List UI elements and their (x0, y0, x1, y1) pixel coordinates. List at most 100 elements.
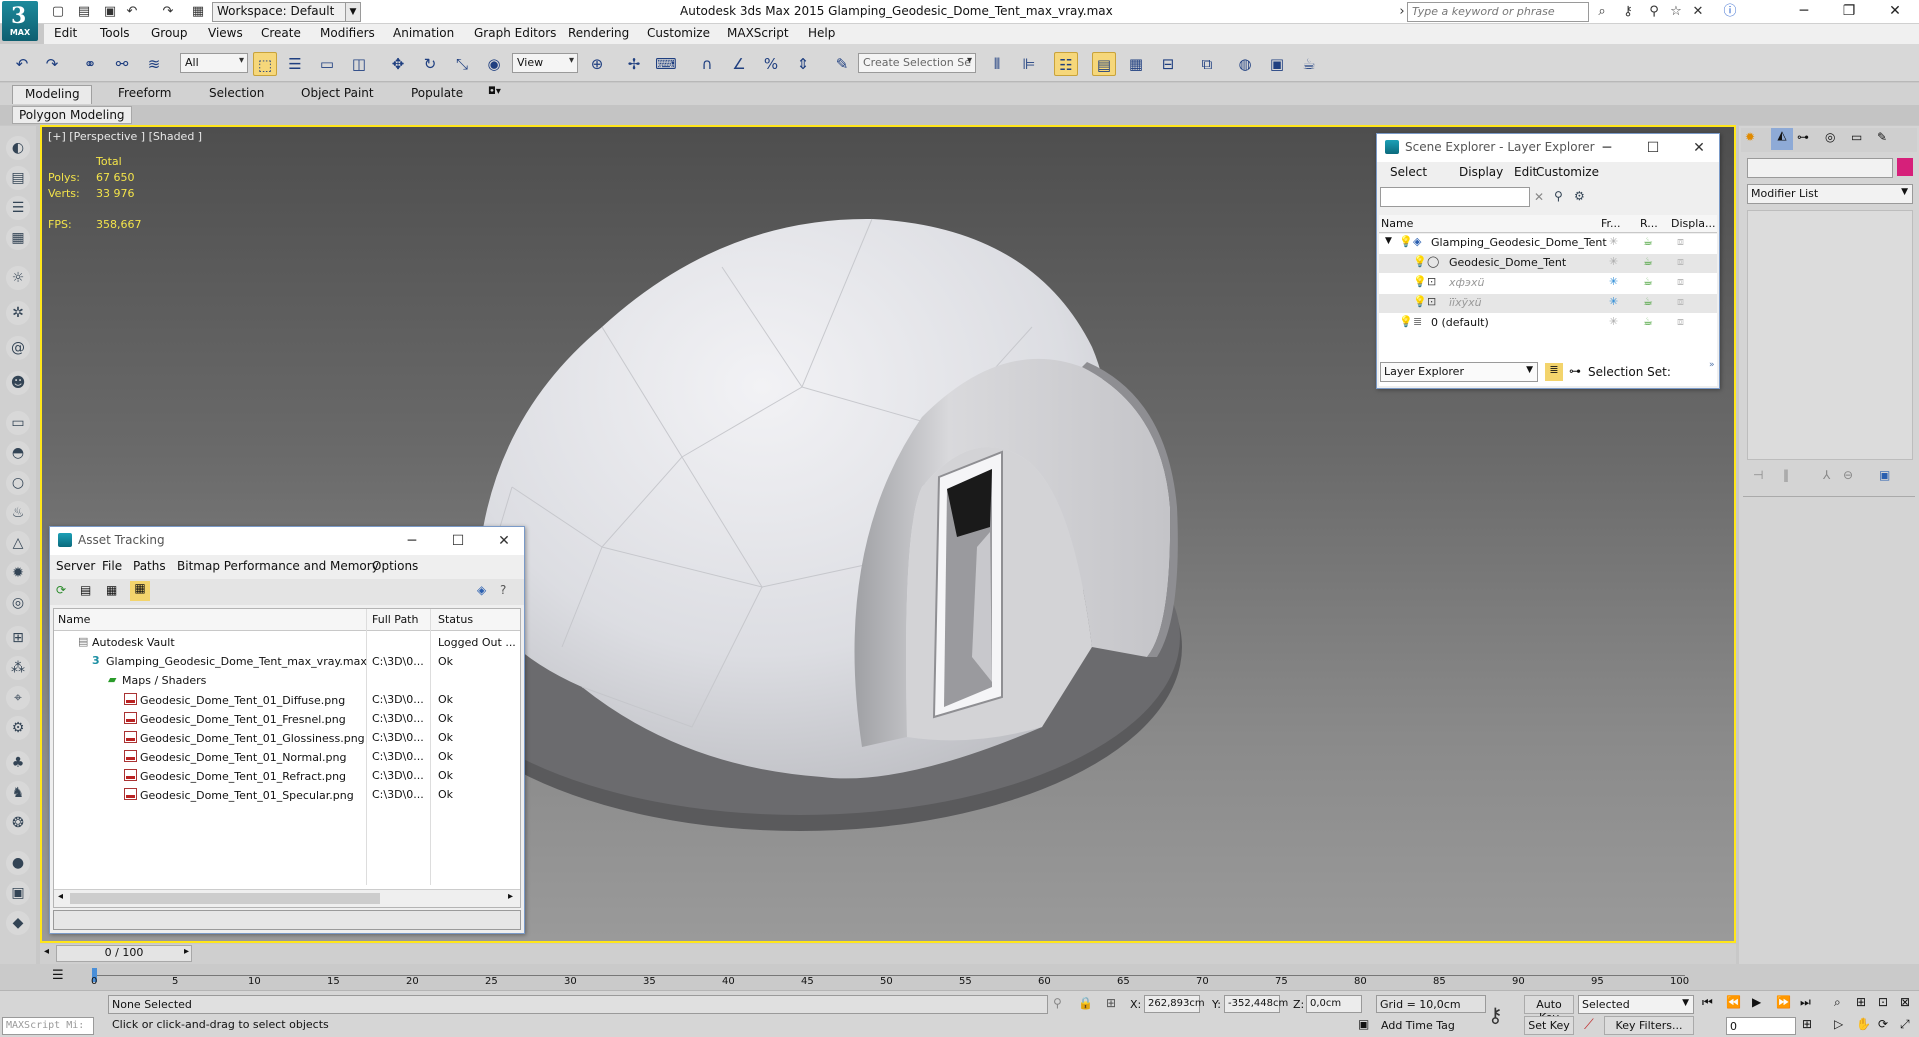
table-row[interactable]: Geodesic_Dome_Tent_01_Glossiness.png C:\… (54, 728, 520, 747)
sphere-primitive-icon[interactable]: ○ (6, 471, 30, 495)
ribbon-options-icon[interactable]: ◘▾ (488, 86, 501, 97)
menu-help[interactable]: Help (808, 26, 835, 40)
render-teapot-icon[interactable]: ☕ (1643, 275, 1653, 288)
menu-create[interactable]: Create (261, 26, 301, 40)
se-menu-select[interactable]: Select (1390, 165, 1427, 179)
default-tangent-icon[interactable]: ⟋ (1584, 1017, 1594, 1033)
app-menu-button[interactable]: 3 MAX (2, 1, 38, 41)
show-end-result-icon[interactable]: ‖ (1783, 468, 1789, 482)
set-key-button[interactable]: Set Key (1524, 1016, 1574, 1035)
menu-customize[interactable]: Customize (647, 26, 710, 40)
field-of-view-icon[interactable]: ▷ (1834, 1017, 1843, 1031)
se-menu-edit[interactable]: Edit (1514, 165, 1537, 179)
teapot-primitive-icon[interactable]: ♨ (6, 501, 30, 525)
curve-editor-icon[interactable]: ⊟ (1156, 52, 1180, 76)
horse-tool-icon[interactable]: ♞ (6, 781, 30, 805)
render-teapot-icon[interactable]: ☕ (1643, 295, 1653, 308)
render-frame-icon[interactable]: ▣ (6, 881, 30, 905)
angle-snap-icon[interactable]: ∠ (727, 52, 751, 76)
minimize-button[interactable]: ─ (1781, 0, 1827, 24)
hierarchy-tab-icon[interactable]: ⊶ (1797, 130, 1809, 144)
scale-icon[interactable]: ⤡ (450, 52, 474, 76)
binoculars-icon[interactable]: ⌕ (1594, 4, 1610, 20)
open-file-icon[interactable]: ▤ (76, 4, 92, 20)
table-row[interactable]: ▰ Maps / Shaders (54, 671, 520, 690)
x-coord-field[interactable]: 262,893cm (1144, 995, 1205, 1013)
sun-light-icon[interactable]: ✹ (6, 561, 30, 585)
se-col-name[interactable]: Name (1381, 217, 1413, 230)
light-bulb-icon[interactable]: 💡 (1413, 295, 1427, 308)
freeze-snowflake-icon[interactable]: ✳ (1609, 315, 1618, 328)
spiral-tool-icon[interactable]: @ (6, 336, 30, 360)
hierarchy-icon[interactable]: ⊶ (1569, 364, 1581, 378)
material-editor-icon[interactable]: ◍ (1233, 52, 1257, 76)
configure-modifier-sets-icon[interactable]: ▣ (1879, 468, 1890, 482)
at-menu-server[interactable]: Server (56, 559, 95, 573)
at-col-name[interactable]: Name (58, 613, 90, 626)
creature-tool-icon[interactable]: ✲ (6, 301, 30, 325)
asset-tracking-window[interactable]: Asset Tracking ─ ☐ ✕ Server File Paths B… (49, 526, 525, 934)
menu-edit[interactable]: Edit (54, 26, 77, 40)
menu-group[interactable]: Group (151, 26, 188, 40)
viewport-label[interactable]: [+] [Perspective ] [Shaded ] (48, 130, 202, 143)
display-tab-icon[interactable]: ▭ (1851, 130, 1862, 144)
help-icon[interactable]: ? (500, 583, 506, 597)
display-box-icon[interactable]: ⧈ (1677, 295, 1684, 309)
maximize-viewport-icon[interactable]: ⤢ (1900, 1017, 1910, 1032)
auto-key-button[interactable]: Auto Key (1524, 995, 1574, 1024)
tab-object-paint[interactable]: Object Paint (301, 86, 374, 100)
pin-stack-icon[interactable]: ⊣ (1753, 468, 1763, 482)
restore-button[interactable]: ❐ (1826, 0, 1872, 24)
keyboard-shortcut-override-icon[interactable]: ⌨ (654, 52, 678, 76)
se-col-freeze[interactable]: Fr... (1601, 217, 1621, 230)
key-mode-dropdown[interactable]: Selected ▼ (1578, 995, 1694, 1014)
time-configuration-icon[interactable]: ⊞ (1802, 1017, 1812, 1031)
freeze-snowflake-icon[interactable]: ✳ (1609, 275, 1618, 288)
se-col-render[interactable]: R... (1640, 217, 1658, 230)
percent-snap-icon[interactable]: % (759, 52, 783, 76)
tab-modeling[interactable]: Modeling (12, 85, 92, 104)
tab-populate[interactable]: Populate (411, 86, 463, 100)
play-icon[interactable]: ▶ (1752, 995, 1761, 1009)
display-box-icon[interactable]: ⧈ (1677, 315, 1684, 329)
menu-tools[interactable]: Tools (100, 26, 130, 40)
minimize-button[interactable]: ─ (1589, 136, 1625, 160)
menu-rendering[interactable]: Rendering (568, 26, 629, 40)
at-col-status[interactable]: Status (438, 613, 473, 626)
menu-animation[interactable]: Animation (393, 26, 454, 40)
workspace-dropdown[interactable]: Workspace: Default (212, 2, 360, 22)
orbit-icon[interactable]: ⟳ (1878, 1017, 1888, 1031)
camera-tool-icon[interactable]: ⌖ (6, 686, 30, 710)
zoom-icon[interactable]: ⌕ (1834, 995, 1841, 1010)
track-ruler[interactable] (95, 968, 1685, 976)
key-filters-button[interactable]: Key Filters... (1604, 1016, 1694, 1035)
go-to-start-icon[interactable]: ⏮ (1702, 995, 1713, 1010)
freeze-snowflake-icon[interactable]: ✳ (1609, 295, 1618, 308)
table-row[interactable]: Geodesic_Dome_Tent_01_Specular.png C:\3D… (54, 785, 520, 804)
place-icon[interactable]: ◉ (482, 52, 506, 76)
thumbnail-view-icon[interactable]: ▦ (106, 583, 117, 597)
object-color-swatch[interactable] (1897, 158, 1913, 176)
save-file-icon[interactable]: ▣ (102, 4, 118, 20)
at-menu-paths[interactable]: Paths (133, 559, 166, 573)
render-teapot-icon[interactable]: ☕ (1643, 255, 1653, 268)
make-unique-icon[interactable]: ⅄ (1823, 468, 1830, 482)
go-to-end-icon[interactable]: ⏭ (1800, 995, 1811, 1010)
spinner-snap-icon[interactable]: ⇕ (791, 52, 815, 76)
close-button[interactable]: ✕ (1872, 0, 1918, 24)
isolate-selection-icon[interactable]: ⚲ (1053, 996, 1062, 1010)
expand-panel-icon[interactable]: » (1709, 360, 1715, 370)
time-next-icon[interactable]: ▸ (184, 946, 189, 957)
utilities-tab-icon[interactable]: ✎ (1877, 130, 1887, 144)
tab-freeform[interactable]: Freeform (118, 86, 171, 100)
minimize-button[interactable]: ─ (394, 529, 430, 553)
chevron-down-icon[interactable]: ▼ (1682, 998, 1689, 1008)
refresh-icon[interactable]: ⟳ (56, 583, 66, 597)
create-tab-icon[interactable]: ✹ (1745, 130, 1755, 144)
menu-graph-editors[interactable]: Graph Editors (474, 26, 556, 40)
key-icon[interactable]: ⚷ (1620, 4, 1636, 20)
at-menu-options[interactable]: Options (372, 559, 418, 573)
time-slider-thumb[interactable]: 0 / 100 (56, 945, 192, 962)
tree-row[interactable]: 💡 ◯ Geodesic_Dome_Tent ✳ ☕ ⧈ (1379, 254, 1717, 273)
display-box-icon[interactable]: ⧈ (1677, 235, 1684, 249)
